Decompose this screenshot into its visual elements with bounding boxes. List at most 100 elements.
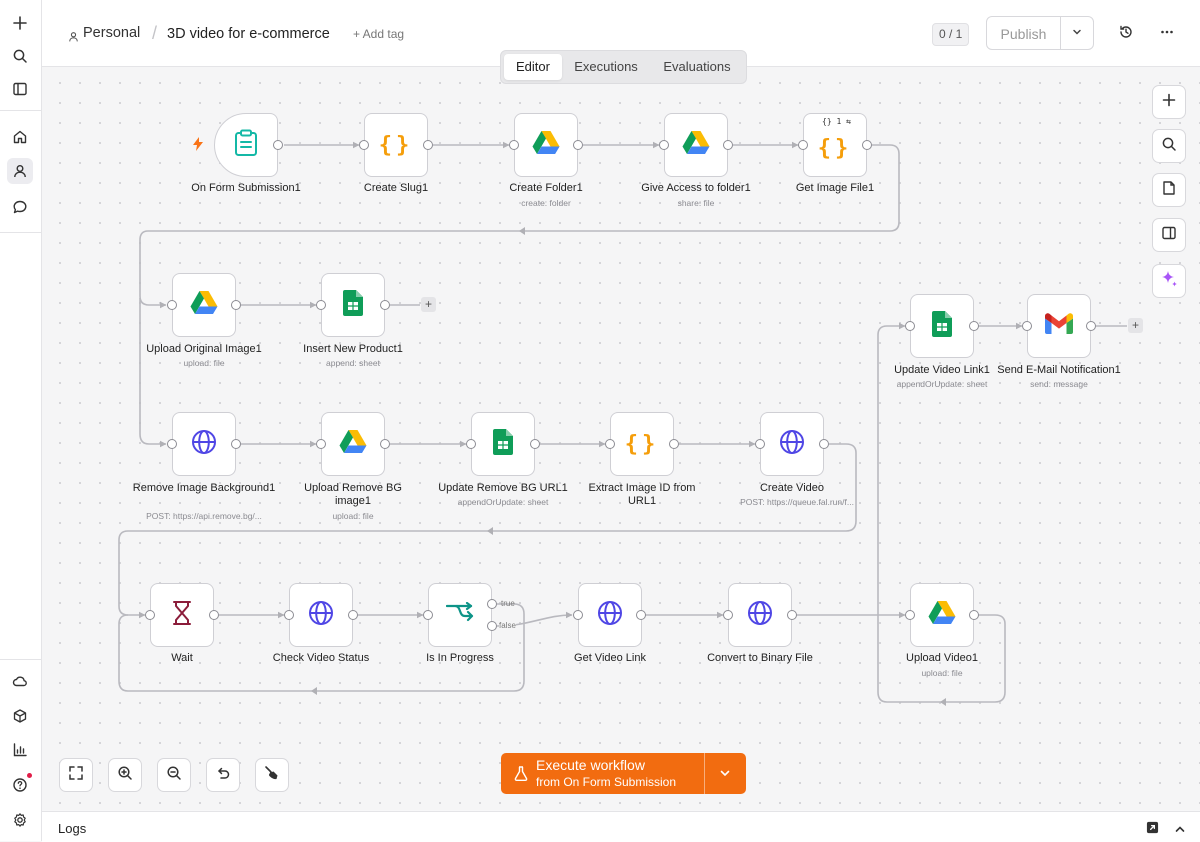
node-give-access[interactable] [664, 113, 728, 177]
chevron-up-icon[interactable] [1174, 822, 1186, 840]
workflow-name[interactable]: 3D video for e-commerce [167, 26, 330, 42]
node-get-image-file[interactable]: {} {} 1 ⇆ [803, 113, 867, 177]
node-extract-image-id[interactable]: {} [610, 412, 674, 476]
undo-button[interactable] [206, 758, 240, 792]
tab-editor[interactable]: Editor [504, 54, 562, 80]
node-create-folder[interactable] [514, 113, 578, 177]
output-port[interactable] [573, 140, 583, 150]
output-port[interactable] [348, 610, 358, 620]
add-node-toolbar-button[interactable] [1152, 85, 1186, 119]
input-port[interactable] [1022, 321, 1032, 331]
node-on-form-submission[interactable] [214, 113, 278, 177]
publish-options-button[interactable] [1060, 16, 1094, 50]
output-port[interactable] [209, 610, 219, 620]
add-sticky-note-button[interactable] [1152, 173, 1186, 207]
node-update-remove-bg-url[interactable] [471, 412, 535, 476]
output-port[interactable] [380, 439, 390, 449]
plus-icon[interactable] [7, 10, 33, 36]
output-port-false[interactable] [487, 621, 497, 631]
chevron-down-icon[interactable] [719, 766, 731, 784]
node-send-email[interactable] [1027, 294, 1091, 358]
input-port[interactable] [167, 300, 177, 310]
output-port[interactable] [669, 439, 679, 449]
tab-executions[interactable]: Executions [566, 54, 646, 80]
chat-icon[interactable] [7, 194, 33, 220]
history-icon[interactable] [1118, 24, 1136, 42]
output-port[interactable] [787, 610, 797, 620]
ai-assistant-button[interactable] [1152, 264, 1186, 298]
node-create-slug[interactable]: {} [364, 113, 428, 177]
publish-button[interactable]: Publish [986, 16, 1061, 50]
output-port[interactable] [273, 140, 283, 150]
input-port[interactable] [316, 300, 326, 310]
add-node-button[interactable]: + [1128, 318, 1143, 333]
input-port[interactable] [573, 610, 583, 620]
user-icon[interactable] [7, 158, 33, 184]
input-port[interactable] [755, 439, 765, 449]
tab-evaluations[interactable]: Evaluations [652, 54, 742, 80]
output-port[interactable] [819, 439, 829, 449]
zoom-out-button[interactable] [157, 758, 191, 792]
add-node-button[interactable]: + [421, 297, 436, 312]
input-port[interactable] [466, 439, 476, 449]
input-port[interactable] [723, 610, 733, 620]
output-port[interactable] [231, 439, 241, 449]
help-icon[interactable] [7, 772, 33, 798]
node-convert-to-binary[interactable] [728, 583, 792, 647]
output-port[interactable] [723, 140, 733, 150]
node-upload-video[interactable] [910, 583, 974, 647]
input-port[interactable] [316, 439, 326, 449]
output-port[interactable] [862, 140, 872, 150]
fit-view-button[interactable] [59, 758, 93, 792]
execute-workflow-button[interactable]: Execute workflow from On Form Submission [501, 753, 746, 794]
input-port[interactable] [905, 321, 915, 331]
logs-panel-bar[interactable]: Logs [42, 811, 1200, 842]
node-remove-image-background[interactable] [172, 412, 236, 476]
output-port[interactable] [969, 321, 979, 331]
home-icon[interactable] [7, 124, 33, 150]
input-port[interactable] [905, 610, 915, 620]
globe-icon [191, 429, 217, 460]
search-icon[interactable] [7, 43, 33, 69]
node-update-video-link[interactable] [910, 294, 974, 358]
input-port[interactable] [423, 610, 433, 620]
more-options-icon[interactable] [1159, 24, 1177, 42]
input-port[interactable] [798, 140, 808, 150]
output-port[interactable] [380, 300, 390, 310]
project-breadcrumb[interactable]: Personal [83, 25, 140, 41]
node-insert-new-product[interactable] [321, 273, 385, 337]
input-port[interactable] [284, 610, 294, 620]
pop-out-icon[interactable] [1146, 821, 1159, 839]
insights-icon[interactable] [7, 737, 33, 763]
node-upload-original-image[interactable] [172, 273, 236, 337]
sidebar-icon[interactable] [7, 76, 33, 102]
add-tag-link[interactable]: + Add tag [353, 27, 404, 41]
input-port[interactable] [659, 140, 669, 150]
output-port[interactable] [636, 610, 646, 620]
output-port[interactable] [423, 140, 433, 150]
node-get-video-link[interactable] [578, 583, 642, 647]
input-port[interactable] [509, 140, 519, 150]
zoom-in-button[interactable] [108, 758, 142, 792]
settings-icon[interactable] [7, 807, 33, 833]
output-port[interactable] [231, 300, 241, 310]
node-check-video-status[interactable] [289, 583, 353, 647]
input-port[interactable] [145, 610, 155, 620]
input-port[interactable] [167, 439, 177, 449]
tidy-up-button[interactable] [255, 758, 289, 792]
search-nodes-button[interactable] [1152, 129, 1186, 163]
output-port[interactable] [530, 439, 540, 449]
input-port[interactable] [359, 140, 369, 150]
cloud-icon[interactable] [7, 668, 33, 694]
node-create-video[interactable] [760, 412, 824, 476]
node-upload-remove-bg-image[interactable] [321, 412, 385, 476]
templates-icon[interactable] [7, 703, 33, 729]
output-port-true[interactable] [487, 599, 497, 609]
node-subtitle: POST: https://queue.fal.run/f... [740, 497, 854, 507]
node-is-in-progress[interactable] [428, 583, 492, 647]
input-port[interactable] [605, 439, 615, 449]
output-port[interactable] [1086, 321, 1096, 331]
output-port[interactable] [969, 610, 979, 620]
node-wait[interactable] [150, 583, 214, 647]
toggle-panel-button[interactable] [1152, 218, 1186, 252]
